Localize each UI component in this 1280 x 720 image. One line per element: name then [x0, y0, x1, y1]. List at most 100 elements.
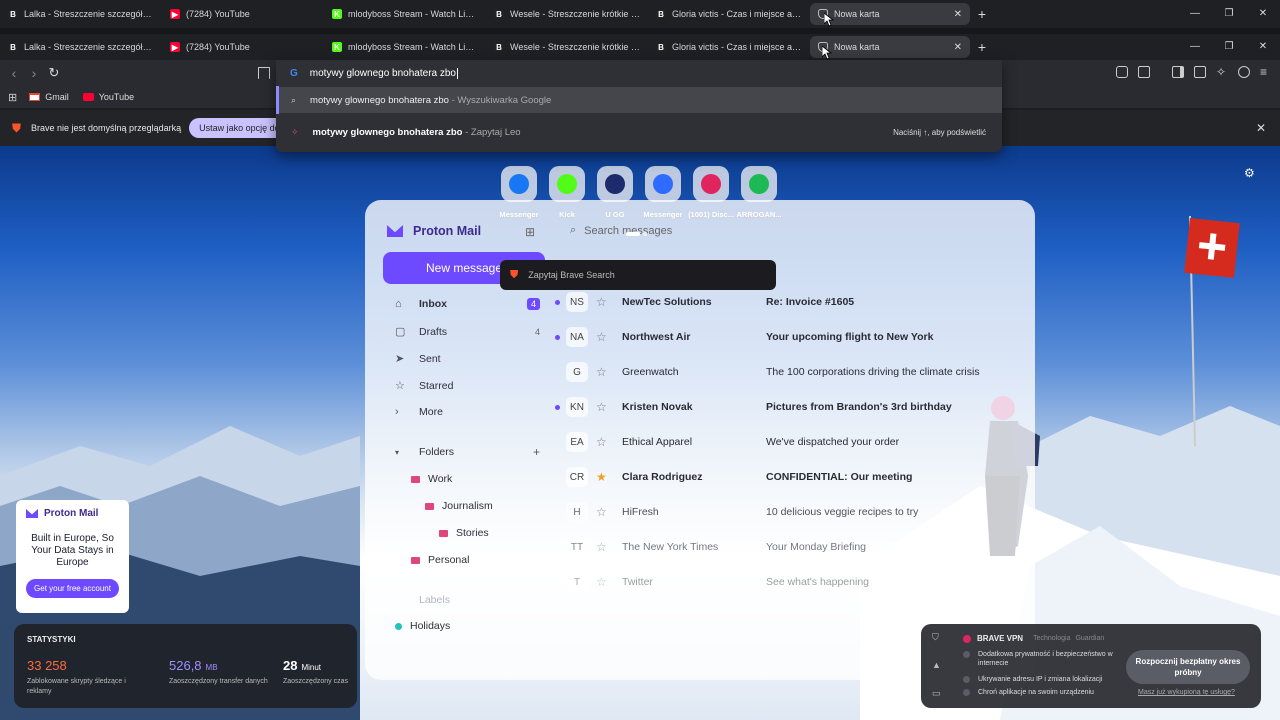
vpn-tech: Technologia — [1033, 635, 1071, 642]
close-tab-icon[interactable]: ✕ — [954, 42, 962, 53]
nav-sent[interactable]: ➤ Sent — [395, 352, 540, 366]
bookmark-gmail[interactable]: Gmail — [29, 92, 69, 102]
proton-ad-cta[interactable]: Get your free account — [26, 579, 119, 598]
close-notice-icon[interactable]: ✕ — [1256, 121, 1266, 135]
menu-icon[interactable]: ≡ — [1260, 66, 1272, 78]
leo-icon[interactable]: ✧ — [1216, 66, 1228, 78]
wallet-icon[interactable] — [1194, 66, 1206, 78]
apps-icon[interactable]: ⊞ — [8, 91, 17, 104]
vpn-already-purchased-link[interactable]: Masz już wykupioną tę usługę? — [1138, 689, 1235, 696]
tab-4[interactable]: B Gloria victis - Czas i miejsce akcji - … — [648, 36, 810, 58]
email-row[interactable]: H ☆ HiFresh 10 delicious veggie recipes to … — [555, 501, 1025, 523]
nav-drafts[interactable]: ▢ Drafts 4 — [395, 325, 540, 339]
favicon-icon: B — [8, 9, 18, 19]
nav-inbox[interactable]: ⌂ Inbox 4 — [395, 298, 540, 310]
tab-2[interactable]: Kmlodyboss Stream - Watch Live on K — [324, 3, 486, 25]
tab-1[interactable]: ▶ (7284) YouTube — [162, 3, 324, 25]
email-row[interactable]: CR ★ Clara Rodriguez CONFIDENTIAL: Our meet… — [555, 466, 1025, 488]
vpn-trial-button[interactable]: Rozpocznij bezpłatny okres próbny — [1126, 650, 1250, 684]
sidebar-icon[interactable] — [1172, 66, 1184, 78]
tab-strip-shadow: B Lalka - Streszczenie szczegółowe - Bi ▶ (… — [0, 0, 1280, 28]
tab-0[interactable]: B Lalka - Streszczenie szczegółowe - Bi — [0, 36, 162, 58]
folders-header[interactable]: ▾ Folders + — [395, 445, 540, 459]
tab-1[interactable]: ▶ (7284) YouTube — [162, 36, 324, 58]
close-window-button[interactable]: ✕ — [1246, 34, 1280, 60]
email-row[interactable]: NS ☆ NewTec Solutions Re: Invoice #1605 — [555, 291, 1025, 313]
close-tab-icon[interactable]: ✕ — [954, 9, 962, 20]
tab-0[interactable]: B Lalka - Streszczenie szczegółowe - Bi — [0, 3, 162, 25]
omnibox-input-row[interactable]: G motywy glownego bnohatera zbo — [276, 60, 1002, 86]
tab-5[interactable]: Nowa karta ✕ — [810, 36, 970, 58]
star-icon[interactable]: ★ — [596, 470, 610, 484]
set-default-button[interactable]: Ustaw jako opcję do — [189, 118, 290, 138]
minimize-button[interactable]: — — [1178, 34, 1212, 60]
proton-ad-card[interactable]: Proton Mail Built in Europe, So Your Dat… — [16, 500, 129, 613]
star-icon[interactable]: ☆ — [596, 435, 610, 449]
folder-item[interactable]: Journalism — [425, 500, 493, 512]
suggestion-google[interactable]: ⌕ motywy glownego bnohatera zbo - Wyszuk… — [276, 87, 1002, 113]
new-tab-button[interactable]: + — [970, 6, 994, 22]
email-row[interactable]: NA ☆ Northwest Air Your upcoming flight to … — [555, 326, 1025, 348]
restore-button[interactable]: ❐ — [1212, 34, 1246, 60]
ugg-icon — [597, 166, 633, 202]
folder-item[interactable]: Work — [411, 473, 452, 485]
folder-item[interactable]: Stories — [439, 527, 489, 539]
stat-value: 28 — [283, 658, 298, 673]
tab-4[interactable]: B Gloria victis - Czas i miejsce akcji - … — [648, 3, 810, 25]
folder-item[interactable]: Personal — [411, 554, 469, 566]
email-row[interactable]: TT ☆ The New York Times Your Monday Briefin… — [555, 536, 1025, 558]
bookmark-youtube[interactable]: YouTube — [82, 92, 134, 102]
star-icon[interactable]: ☆ — [596, 330, 610, 344]
nav-count: 4 — [526, 298, 540, 310]
vpn-shield-icon[interactable] — [1238, 66, 1250, 78]
extensions-icon[interactable] — [1116, 66, 1128, 78]
tab-search-icon[interactable] — [1138, 66, 1150, 78]
carousel-dot[interactable] — [643, 232, 647, 236]
star-icon[interactable]: ☆ — [596, 400, 610, 414]
nav-more[interactable]: › More — [395, 406, 540, 418]
tab-3[interactable]: B Wesele - Streszczenie krótkie - Stanis — [486, 36, 648, 58]
brave-lion-icon: ⛊ — [12, 120, 22, 135]
reload-icon[interactable]: ↻ — [44, 65, 64, 81]
omnibox-input[interactable]: motywy glownego bnohatera zbo — [310, 68, 456, 79]
email-row[interactable]: EA ☆ Ethical Apparel We've dispatched your … — [555, 431, 1025, 453]
tab-title: Gloria victis - Czas i miejsce akcji - B… — [672, 9, 802, 19]
email-sender: HiFresh — [622, 506, 659, 518]
brave-search-pill[interactable]: ⛊ Zapytaj Brave Search — [500, 260, 776, 290]
star-icon[interactable]: ☆ — [596, 295, 610, 309]
tab-3[interactable]: B Wesele - Streszczenie krótkie - Stanis — [486, 3, 648, 25]
vpn-header: BRAVE VPN Technologia Guardian — [963, 634, 1104, 643]
sent-icon: ➤ — [395, 353, 405, 365]
email-row[interactable]: T ☆ Twitter See what's happening — [555, 571, 1025, 593]
proton-search[interactable]: ⌕ Search messages — [570, 224, 672, 237]
tab-2[interactable]: Kmlodyboss Stream - Watch Live on K — [324, 36, 486, 58]
star-icon[interactable]: ☆ — [596, 505, 610, 519]
tab-5[interactable]: Nowa karta ✕ — [810, 3, 970, 25]
stat-label: Zablokowane skrypty śledzące i reklamy — [27, 678, 126, 695]
star-icon[interactable]: ☆ — [596, 540, 610, 554]
folder-icon — [411, 475, 420, 483]
restore-button[interactable]: ❐ — [1212, 0, 1246, 28]
new-tab-button[interactable]: + — [970, 39, 994, 55]
folder-icon — [411, 556, 420, 564]
suggestion-leo[interactable]: ✧ motywy glownego bnohatera zbo - Zapyta… — [276, 119, 1002, 145]
back-icon[interactable]: ‹ — [4, 65, 24, 81]
minimize-button[interactable]: — — [1178, 0, 1212, 28]
close-window-button[interactable]: ✕ — [1246, 0, 1280, 28]
nav-starred[interactable]: ☆ Starred — [395, 379, 540, 393]
apps-grid-icon[interactable]: ⊞ — [525, 225, 535, 239]
star-icon[interactable]: ☆ — [596, 365, 610, 379]
email-subject: See what's happening — [766, 576, 870, 588]
forward-icon[interactable]: › — [24, 65, 44, 81]
labels-header[interactable]: Labels — [395, 594, 450, 606]
carousel-dot-active[interactable] — [626, 232, 640, 236]
email-row[interactable]: KN ☆ Kristen Novak Pictures from Brandon's … — [555, 396, 1025, 418]
vpn-tech-brand: Guardian — [1075, 635, 1105, 642]
settings-gear-icon[interactable]: ⚙ — [1244, 166, 1255, 180]
star-icon[interactable]: ☆ — [596, 575, 610, 589]
label-item[interactable]: Holidays — [395, 620, 450, 632]
bookmark-icon[interactable] — [258, 67, 270, 79]
stat-unit: MB — [205, 663, 218, 672]
email-row[interactable]: G ☆ Greenwatch The 100 corporations driving… — [555, 361, 1025, 383]
add-folder-icon[interactable]: + — [533, 445, 540, 459]
